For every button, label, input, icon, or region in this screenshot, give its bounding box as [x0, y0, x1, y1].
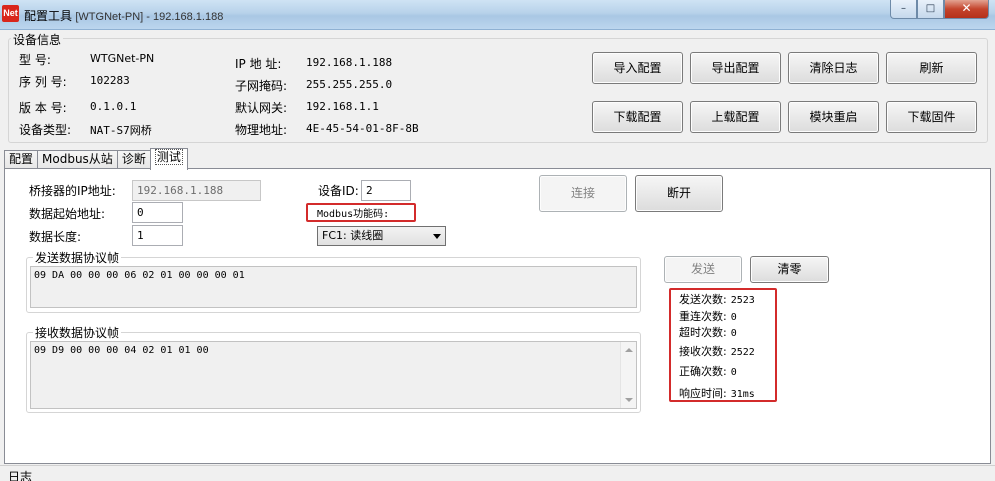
recv-frame-legend: 接收数据协议帧 [33, 324, 122, 341]
window-title-main: 配置工具 [24, 9, 73, 23]
mac-value: 4E-45-54-01-8F-8B [306, 122, 419, 135]
start-addr-label: 数据起始地址: [29, 207, 106, 221]
stat-timeout: 超时次数: 0 [679, 324, 737, 340]
serial-value: 102283 [90, 74, 130, 87]
stat-reconnect: 重连次数: 0 [679, 308, 737, 324]
clear-counter-button[interactable]: 清零 [750, 256, 829, 283]
tab-bar: 配置 Modbus从站 诊断 测试 [4, 148, 188, 170]
device-id-field[interactable]: 2 [361, 180, 411, 201]
stat-reconnect-label: 重连次数: [679, 310, 727, 323]
send-frame-text: 09 DA 00 00 00 06 02 01 00 00 00 01 [34, 270, 245, 281]
send-frame-textbox[interactable]: 09 DA 00 00 00 06 02 01 00 00 00 01 [30, 266, 637, 308]
start-addr-field[interactable]: 0 [132, 202, 183, 223]
stat-received: 接收次数: 2522 [679, 343, 755, 359]
send-frame-legend: 发送数据协议帧 [33, 249, 122, 266]
device-type-value: NAT-S7网桥 [90, 124, 152, 137]
device-info-legend: 设备信息 [11, 31, 64, 48]
clear-log-button[interactable]: 清除日志 [788, 52, 879, 84]
tab-modbus-slave-label: Modbus从站 [42, 152, 113, 166]
stat-sent-label: 发送次数: [679, 293, 727, 306]
func-code-label: Modbus功能码: [317, 209, 390, 220]
scroll-down-icon[interactable] [625, 398, 633, 402]
upload-config-button[interactable]: 上载配置 [690, 101, 781, 133]
recv-frame-scrollbar[interactable] [620, 342, 636, 408]
stat-correct-value: 0 [730, 367, 737, 378]
stat-response-time-value: 31ms [730, 389, 755, 400]
device-type-label: 设备类型: [19, 123, 72, 137]
recv-frame-textbox[interactable]: 09 D9 00 00 00 04 02 01 01 00 [30, 341, 637, 409]
stat-timeout-label: 超时次数: [679, 326, 727, 339]
disconnect-button[interactable]: 断开 [635, 175, 723, 212]
stat-correct-label: 正确次数: [679, 365, 727, 378]
length-label: 数据长度: [29, 230, 82, 244]
window-title: 配置工具 [WTGNet-PN] - 192.168.1.188 [24, 7, 223, 24]
bridge-ip-field[interactable]: 192.168.1.188 [132, 180, 261, 201]
restart-module-button[interactable]: 模块重启 [788, 101, 879, 133]
bridge-ip-label: 桥接器的IP地址: [29, 184, 116, 198]
version-value: 0.1.0.1 [90, 100, 137, 113]
model-label: 型 号: [19, 53, 51, 67]
stat-response-time: 响应时间: 31ms [679, 385, 755, 401]
tab-diagnostics[interactable]: 诊断 [116, 150, 151, 169]
serial-label: 序 列 号: [19, 75, 67, 89]
chevron-down-icon [433, 234, 441, 239]
stat-response-time-label: 响应时间: [679, 387, 727, 400]
scroll-up-icon[interactable] [625, 348, 633, 352]
model-value: WTGNet-PN [90, 52, 155, 65]
close-button[interactable]: ✕ [944, 0, 989, 19]
tab-config[interactable]: 配置 [4, 150, 39, 169]
stat-sent: 发送次数: 2523 [679, 291, 755, 307]
stat-timeout-value: 0 [730, 328, 737, 339]
stat-received-label: 接收次数: [679, 345, 727, 358]
title-bar[interactable]: Net 配置工具 [WTGNet-PN] - 192.168.1.188 – □… [0, 0, 995, 30]
maximize-button[interactable]: □ [917, 0, 944, 19]
window-title-sub: [WTGNet-PN] - 192.168.1.188 [75, 11, 224, 23]
stat-received-value: 2522 [730, 347, 755, 358]
send-button[interactable]: 发送 [664, 256, 742, 283]
ip-label: IP 地 址: [235, 57, 282, 71]
device-id-label: 设备ID: [318, 184, 359, 198]
import-config-button[interactable]: 导入配置 [592, 52, 683, 84]
stat-correct: 正确次数: 0 [679, 363, 737, 379]
tab-test[interactable]: 测试 [149, 148, 188, 170]
mask-value: 255.255.255.0 [306, 78, 393, 91]
ip-value: 192.168.1.188 [306, 56, 393, 69]
app-icon: Net [2, 5, 19, 22]
recv-frame-text: 09 D9 00 00 00 04 02 01 01 00 [34, 345, 209, 356]
download-firmware-button[interactable]: 下载固件 [886, 101, 977, 133]
log-bar: 日志 [0, 465, 995, 481]
stat-sent-value: 2523 [730, 295, 755, 306]
minimize-button[interactable]: – [890, 0, 917, 19]
tab-modbus-slave[interactable]: Modbus从站 [37, 150, 118, 169]
export-config-button[interactable]: 导出配置 [690, 52, 781, 84]
func-code-value: FC1: 读线圈 [322, 229, 384, 242]
download-config-button[interactable]: 下载配置 [592, 101, 683, 133]
mask-label: 子网掩码: [235, 79, 288, 93]
tab-config-label: 配置 [9, 152, 34, 166]
connect-button[interactable]: 连接 [539, 175, 627, 212]
log-label: 日志 [8, 470, 33, 481]
tab-test-label: 测试 [154, 149, 183, 165]
version-label: 版 本 号: [19, 101, 67, 115]
func-code-select[interactable]: FC1: 读线圈 [317, 226, 446, 246]
stat-reconnect-value: 0 [730, 312, 737, 323]
gateway-value: 192.168.1.1 [306, 100, 379, 113]
tab-diagnostics-label: 诊断 [121, 152, 146, 166]
length-field[interactable]: 1 [132, 225, 183, 246]
refresh-button[interactable]: 刷新 [886, 52, 977, 84]
gateway-label: 默认网关: [235, 101, 288, 115]
mac-label: 物理地址: [235, 123, 288, 137]
